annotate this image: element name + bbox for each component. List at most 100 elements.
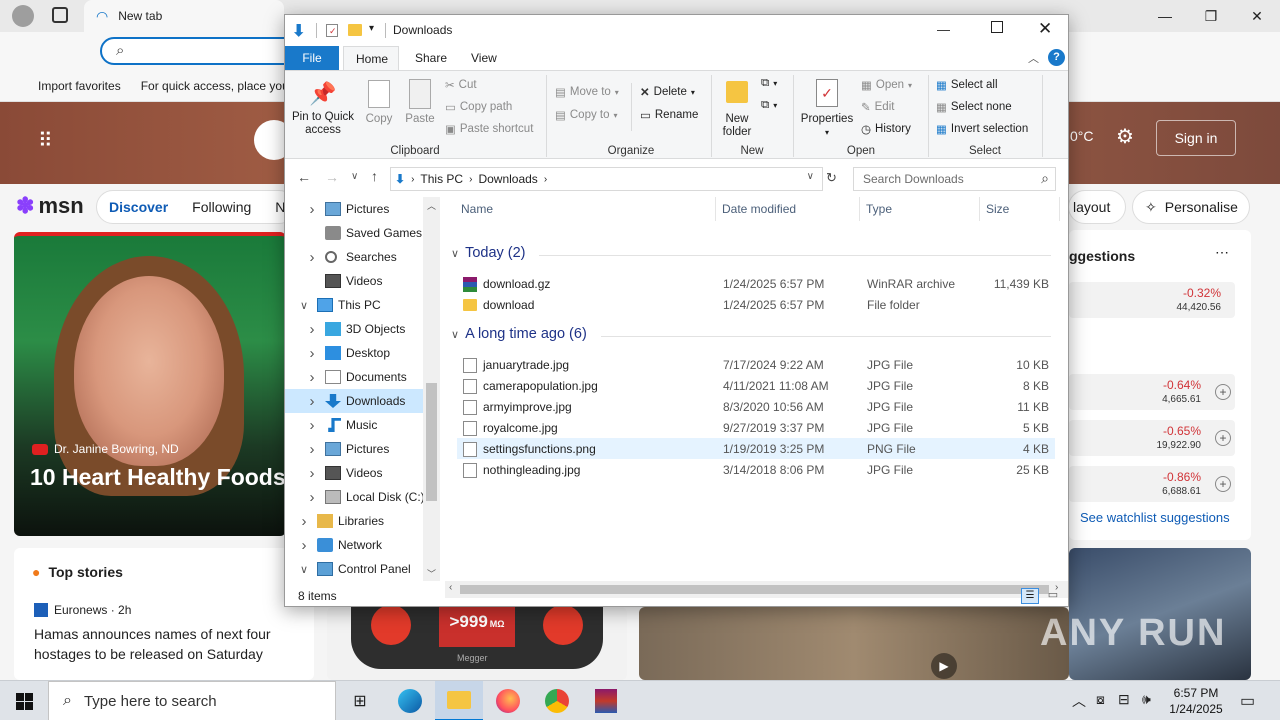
chevron-right-icon[interactable]: › bbox=[306, 201, 318, 218]
address-dropdown-icon[interactable]: ∨ bbox=[807, 171, 814, 182]
up-arrow-icon[interactable]: ↑ bbox=[371, 168, 378, 184]
invert-selection-button[interactable]: ▦ Invert selection bbox=[936, 122, 1028, 136]
tree-item-videos[interactable]: Videos bbox=[285, 269, 425, 293]
profile-avatar[interactable] bbox=[12, 5, 34, 27]
station-video-tile[interactable]: ▶ bbox=[639, 607, 1069, 680]
notifications-icon[interactable]: ▭ bbox=[1240, 691, 1255, 711]
file-row[interactable]: royalcome.jpg 9/27/2019 3:37 PM JPG File 5 … bbox=[457, 417, 1055, 438]
tree-item-videos[interactable]: › Videos bbox=[285, 461, 425, 485]
nav-discover[interactable]: Discover bbox=[109, 199, 168, 215]
stock-row[interactable]: -0.65% 19,922.90 + bbox=[1069, 420, 1235, 456]
chevron-right-icon[interactable]: › bbox=[306, 393, 318, 410]
breadcrumb-this-pc[interactable]: This PC bbox=[420, 172, 463, 186]
browser-tab[interactable]: ◠ New tab bbox=[84, 0, 284, 32]
help-icon[interactable]: ? bbox=[1048, 49, 1065, 66]
hero-story-card[interactable]: Dr. Janine Bowring, ND 10 Heart Healthy … bbox=[14, 232, 286, 536]
file-row[interactable]: download.gz 1/24/2025 6:57 PM WinRAR archi… bbox=[457, 273, 1055, 294]
more-options-icon[interactable]: ⋯ bbox=[1215, 244, 1229, 261]
add-stock-icon[interactable]: + bbox=[1215, 430, 1231, 446]
nav-following[interactable]: Following bbox=[192, 199, 251, 215]
chevron-down-icon[interactable]: ∨ bbox=[298, 299, 310, 312]
copy-button[interactable]: Copy bbox=[361, 77, 397, 126]
chevron-right-icon[interactable]: › bbox=[306, 345, 318, 362]
sign-in-button[interactable]: Sign in bbox=[1156, 120, 1236, 156]
address-bar[interactable]: ⌕ bbox=[100, 37, 300, 65]
details-view-icon[interactable]: ☰ bbox=[1021, 588, 1039, 604]
add-stock-icon[interactable]: + bbox=[1215, 384, 1231, 400]
address-path[interactable]: ⬇ › This PC › Downloads › ∨ bbox=[390, 167, 823, 191]
import-favorites-link[interactable]: Import favorites bbox=[14, 79, 121, 93]
chevron-down-icon[interactable]: ∨ bbox=[451, 328, 459, 341]
start-button[interactable] bbox=[0, 681, 48, 720]
horizontal-scrollbar[interactable]: ‹ › bbox=[445, 581, 1068, 598]
tree-item-pictures[interactable]: › Pictures bbox=[285, 437, 425, 461]
tab-view[interactable]: View bbox=[459, 46, 509, 70]
firefox-icon[interactable] bbox=[484, 681, 532, 720]
tree-item-control-panel[interactable]: ∨ Control Panel bbox=[285, 557, 425, 581]
easy-access-button[interactable]: ⧉ ▾ bbox=[761, 99, 777, 112]
qat-dropdown-icon[interactable]: ▾ bbox=[369, 23, 374, 34]
chevron-right-icon[interactable]: › bbox=[306, 249, 318, 266]
msn-logo[interactable]: ✽ msn bbox=[16, 193, 84, 219]
chevron-right-icon[interactable]: › bbox=[306, 417, 318, 434]
navigation-scrollbar[interactable]: ︿ ﹀ bbox=[423, 197, 440, 581]
navigation-pane[interactable]: › Pictures Saved Games › Searches Videos ∨ This… bbox=[285, 197, 441, 581]
open-button[interactable]: ▦ Open ▾ bbox=[861, 78, 912, 92]
network-icon[interactable]: ⊟ bbox=[1118, 691, 1130, 708]
file-row[interactable]: settingsfunctions.png 1/19/2019 3:25 PM PN… bbox=[457, 438, 1055, 459]
maximize-button[interactable] bbox=[991, 21, 1003, 33]
play-icon[interactable]: ▶ bbox=[931, 653, 957, 679]
column-name[interactable]: Name bbox=[461, 202, 493, 216]
weather-temp[interactable]: 0°C bbox=[1070, 128, 1094, 144]
copy-to-button[interactable]: ▤ Copy to ▾ bbox=[555, 108, 618, 122]
file-row[interactable]: nothingleading.jpg 3/14/2018 8:06 PM JPG F… bbox=[457, 459, 1055, 480]
tree-item-local-disk-c[interactable]: › Local Disk (C:) bbox=[285, 485, 425, 509]
forward-arrow-icon[interactable]: → bbox=[325, 169, 339, 185]
scroll-left-icon[interactable]: ‹ bbox=[449, 582, 452, 593]
new-folder-qat-icon[interactable] bbox=[348, 24, 362, 36]
group-header[interactable]: ∨ A long time ago (6) bbox=[451, 326, 587, 342]
tree-item-searches[interactable]: › Searches bbox=[285, 245, 425, 269]
tree-item-saved-games[interactable]: Saved Games bbox=[285, 221, 425, 245]
new-folder-button[interactable]: New folder bbox=[717, 77, 757, 139]
winrar-icon[interactable] bbox=[582, 681, 630, 720]
story-headline[interactable]: Hamas announces names of next four hosta… bbox=[34, 624, 294, 664]
file-row[interactable]: armyimprove.jpg 8/3/2020 10:56 AM JPG File… bbox=[457, 396, 1055, 417]
task-view-icon[interactable]: ⊞ bbox=[336, 681, 384, 720]
rename-button[interactable]: ▭ Rename bbox=[640, 108, 698, 122]
select-none-button[interactable]: ▦ Select none bbox=[936, 100, 1012, 114]
paste-shortcut-button[interactable]: ▣ Paste shortcut bbox=[445, 122, 533, 136]
browser-restore-button[interactable]: ❐ bbox=[1188, 0, 1234, 32]
tree-item-this-pc[interactable]: ∨ This PC bbox=[285, 293, 425, 317]
tree-item-network[interactable]: › Network bbox=[285, 533, 425, 557]
copy-path-button[interactable]: ▭ Copy path bbox=[445, 100, 512, 114]
tree-item-libraries[interactable]: › Libraries bbox=[285, 509, 425, 533]
move-to-button[interactable]: ▤ Move to ▾ bbox=[555, 85, 619, 99]
tray-overflow-icon[interactable]: ︿ bbox=[1072, 691, 1086, 711]
tab-home[interactable]: Home bbox=[343, 46, 399, 70]
tree-item-documents[interactable]: › Documents bbox=[285, 365, 425, 389]
cut-button[interactable]: ✂ Cut bbox=[445, 78, 477, 92]
new-item-button[interactable]: ⧉ ▾ bbox=[761, 77, 777, 90]
search-downloads-field[interactable]: Search Downloads ⌕ bbox=[853, 167, 1056, 191]
clock[interactable]: 6:57 PM 1/24/2025 bbox=[1164, 685, 1228, 717]
tray-app-icon[interactable]: ⧇ bbox=[1096, 691, 1105, 708]
file-row[interactable]: januarytrade.jpg 7/17/2024 9:22 AM JPG Fil… bbox=[457, 354, 1055, 375]
chevron-right-icon[interactable]: › bbox=[298, 513, 310, 530]
personalise-button[interactable]: ✧ Personalise bbox=[1132, 190, 1250, 224]
file-row[interactable]: download 1/24/2025 6:57 PM File folder bbox=[457, 294, 1055, 315]
stock-row[interactable]: -0.86% 6,688.61 + bbox=[1069, 466, 1235, 502]
stock-row[interactable]: -0.64% 4,665.61 + bbox=[1069, 374, 1235, 410]
properties-qat-icon[interactable]: ✓ bbox=[326, 24, 338, 37]
refresh-icon[interactable]: ↻ bbox=[826, 170, 837, 186]
minimize-button[interactable]: — bbox=[937, 22, 950, 37]
add-stock-icon[interactable]: + bbox=[1215, 476, 1231, 492]
watchlist-link[interactable]: See watchlist suggestions bbox=[1080, 510, 1230, 525]
breadcrumb-downloads[interactable]: Downloads bbox=[478, 172, 537, 186]
layout-button[interactable]: layout bbox=[1068, 190, 1126, 224]
tab-file[interactable]: File bbox=[285, 46, 339, 70]
chevron-right-icon[interactable]: › bbox=[306, 321, 318, 338]
browser-minimize-button[interactable]: — bbox=[1142, 0, 1188, 32]
tree-item-desktop[interactable]: › Desktop bbox=[285, 341, 425, 365]
tree-item-pictures[interactable]: › Pictures bbox=[285, 197, 425, 221]
